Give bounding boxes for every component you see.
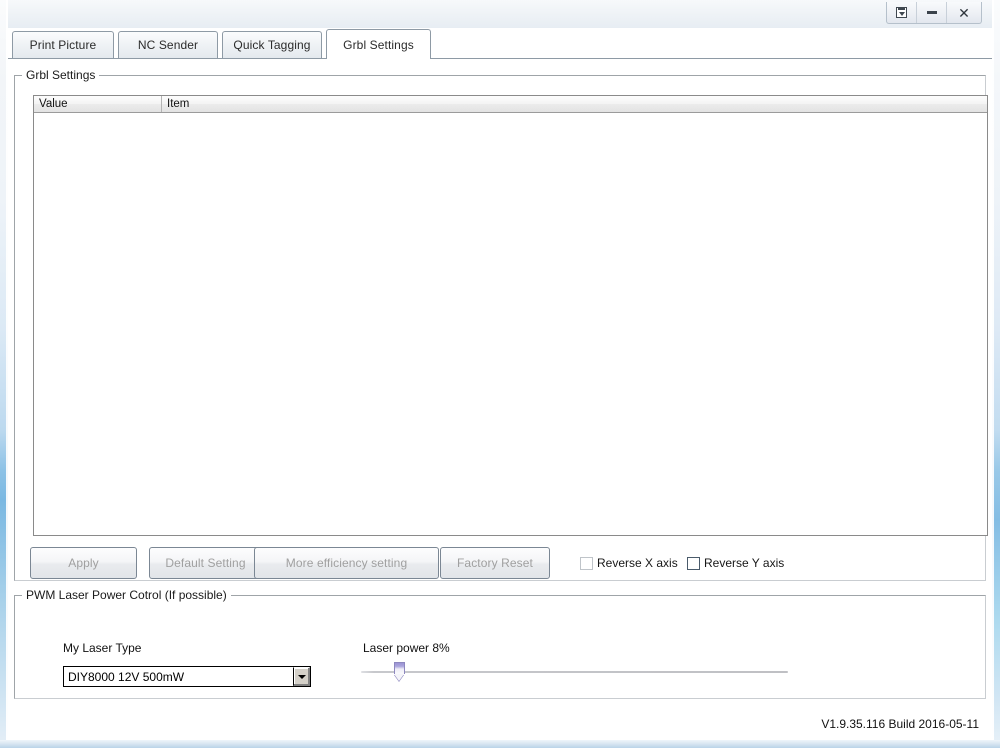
restore-dropdown-button[interactable]: [887, 2, 917, 23]
tab-label: NC Sender: [137, 38, 199, 52]
grbl-settings-list[interactable]: Value Item: [33, 95, 988, 536]
grbl-settings-group-title: Grbl Settings: [22, 68, 100, 82]
my-laser-type-label: My Laser Type: [63, 641, 142, 655]
reverse-x-axis-checkbox[interactable]: Reverse X axis: [580, 548, 678, 578]
column-header-item[interactable]: Item: [162, 96, 987, 112]
column-header-label: Item: [167, 98, 190, 110]
version-label: V1.9.35.116 Build 2016-05-11: [821, 717, 979, 731]
title-bar: ✕: [8, 0, 992, 29]
pwm-group-title: PWM Laser Power Cotrol (If possible): [22, 588, 231, 602]
tab-label: Print Picture: [29, 38, 97, 52]
checkbox-box: [687, 556, 700, 570]
minimize-icon: [926, 11, 937, 14]
button-label: More efficiency setting: [285, 556, 408, 570]
default-setting-button[interactable]: Default Setting: [149, 547, 262, 579]
checkbox-label: Reverse X axis: [597, 556, 678, 570]
tab-strip: Print Picture NC Sender Quick Tagging Gr…: [8, 28, 992, 61]
close-button[interactable]: ✕: [947, 2, 981, 23]
application-window: ✕ Print Picture NC Sender Quick Tagging …: [0, 0, 1000, 748]
pwm-laser-power-groupbox: PWM Laser Power Cotrol (If possible) My …: [14, 588, 986, 699]
reverse-y-axis-checkbox[interactable]: Reverse Y axis: [687, 548, 784, 578]
laser-power-slider[interactable]: [361, 660, 788, 686]
checkbox-label: Reverse Y axis: [704, 556, 785, 570]
apply-button[interactable]: Apply: [30, 547, 137, 579]
window-border-bottom: [0, 740, 1000, 748]
tab-label: Quick Tagging: [233, 38, 311, 52]
grbl-settings-groupbox: Grbl Settings Value Item Apply Default S…: [14, 68, 988, 581]
chevron-down-icon: [297, 674, 306, 679]
button-label: Apply: [68, 556, 99, 570]
laser-type-value: DIY8000 12V 500mW: [68, 669, 185, 684]
button-label: Factory Reset: [457, 556, 533, 570]
button-label: Default Setting: [165, 556, 246, 570]
column-header-value[interactable]: Value: [34, 96, 162, 112]
laser-power-label: Laser power 8%: [363, 641, 450, 655]
factory-reset-button[interactable]: Factory Reset: [440, 547, 550, 579]
laser-type-combobox[interactable]: DIY8000 12V 500mW: [63, 666, 311, 687]
tab-content-grbl-settings: Grbl Settings Value Item Apply Default S…: [8, 61, 992, 740]
checkbox-box: [580, 556, 593, 570]
more-efficiency-setting-button[interactable]: More efficiency setting: [254, 547, 439, 579]
restore-icon: [896, 7, 907, 18]
grbl-settings-list-header: Value Item: [34, 96, 987, 113]
tab-strip-underline: [8, 58, 992, 59]
close-icon: ✕: [958, 4, 970, 21]
laser-type-dropdown-button[interactable]: [293, 667, 310, 686]
grbl-settings-list-body[interactable]: [34, 113, 987, 535]
tab-grbl-settings[interactable]: Grbl Settings: [326, 29, 431, 59]
window-border-right-inner: [992, 0, 994, 748]
tab-nc-sender[interactable]: NC Sender: [118, 31, 218, 58]
slider-track: [361, 671, 788, 673]
slider-thumb[interactable]: [394, 662, 406, 674]
tab-print-picture[interactable]: Print Picture: [12, 31, 114, 58]
tab-quick-tagging[interactable]: Quick Tagging: [222, 31, 322, 58]
column-header-label: Value: [39, 98, 68, 110]
window-controls: ✕: [886, 2, 982, 24]
minimize-button[interactable]: [917, 2, 947, 23]
tab-label: Grbl Settings: [343, 37, 414, 52]
